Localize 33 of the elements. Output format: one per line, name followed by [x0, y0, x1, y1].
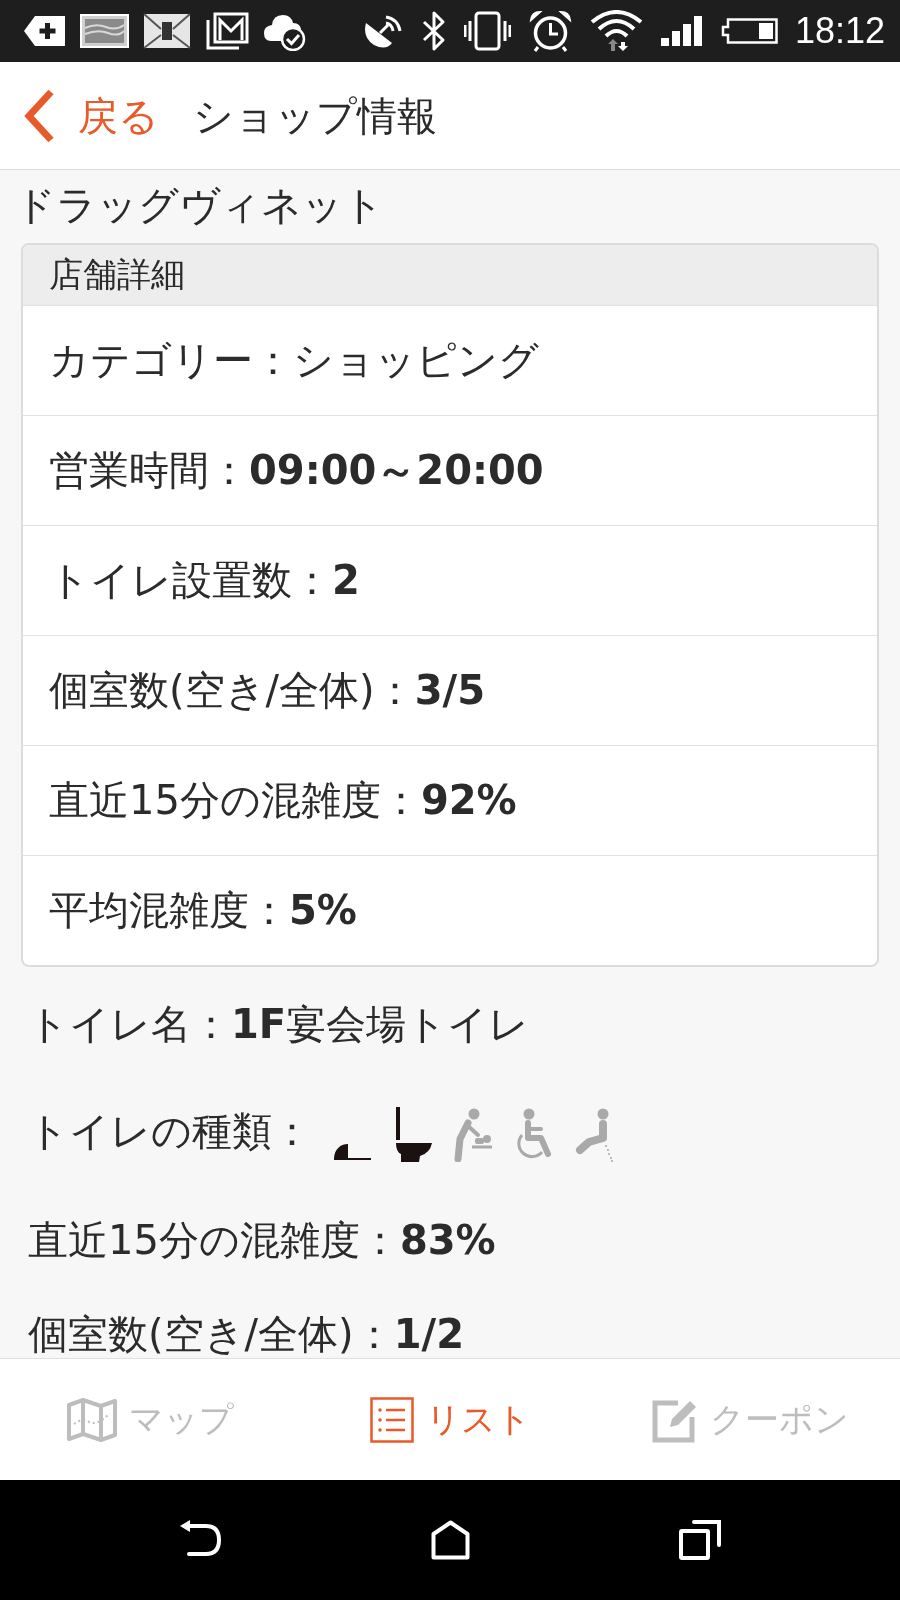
battery-icon	[720, 18, 778, 44]
list-icon	[369, 1396, 414, 1443]
shop-name: ドラッグヴィネット	[14, 181, 385, 230]
card-title: 店舗詳細	[49, 253, 185, 296]
back-button[interactable]: 戻る	[0, 87, 159, 144]
detail-text: 営業時間：09:00～20:00	[49, 446, 544, 495]
toilet-types-label: トイレの種類：	[28, 1109, 312, 1153]
detail-text: 直近15分の混雑度：92%	[49, 776, 517, 825]
congestion-text: 直近15分の混雑度：83%	[28, 1218, 496, 1262]
alarm-clock-icon	[527, 10, 573, 52]
signal-icon	[659, 15, 704, 47]
bluetooth-icon	[420, 10, 447, 52]
home-icon[interactable]	[430, 1520, 470, 1560]
tab-button[interactable]: クーポン	[600, 1359, 900, 1480]
status-time: 18:12	[794, 11, 885, 51]
picture-icon	[80, 14, 129, 48]
tab-button[interactable]: リスト	[300, 1359, 600, 1480]
tab-button[interactable]: マップ	[0, 1359, 300, 1480]
plus-tag-icon	[23, 15, 66, 47]
page-title: ショップ情報	[193, 91, 437, 141]
detail-text: 個室数(空き/全体)：3/5	[49, 666, 485, 715]
detail-text: 平均混雑度：5%	[49, 886, 357, 935]
chevron-left-icon	[22, 87, 56, 144]
envelope-icon	[143, 13, 191, 49]
toilet-name: トイレ名：1F宴会場トイレ	[28, 1002, 530, 1046]
detail-text: カテゴリー：ショッピング	[49, 336, 539, 385]
detail-text: トイレ設置数：2	[49, 556, 360, 605]
recent-apps-icon[interactable]	[678, 1520, 721, 1560]
wifi-icon	[589, 10, 643, 52]
rooms-text: 個室数(空き/全体)：1/2	[28, 1312, 464, 1356]
folded-map-icon	[66, 1397, 117, 1442]
mail-icon	[205, 12, 249, 50]
phone-vibration-icon	[463, 11, 511, 51]
